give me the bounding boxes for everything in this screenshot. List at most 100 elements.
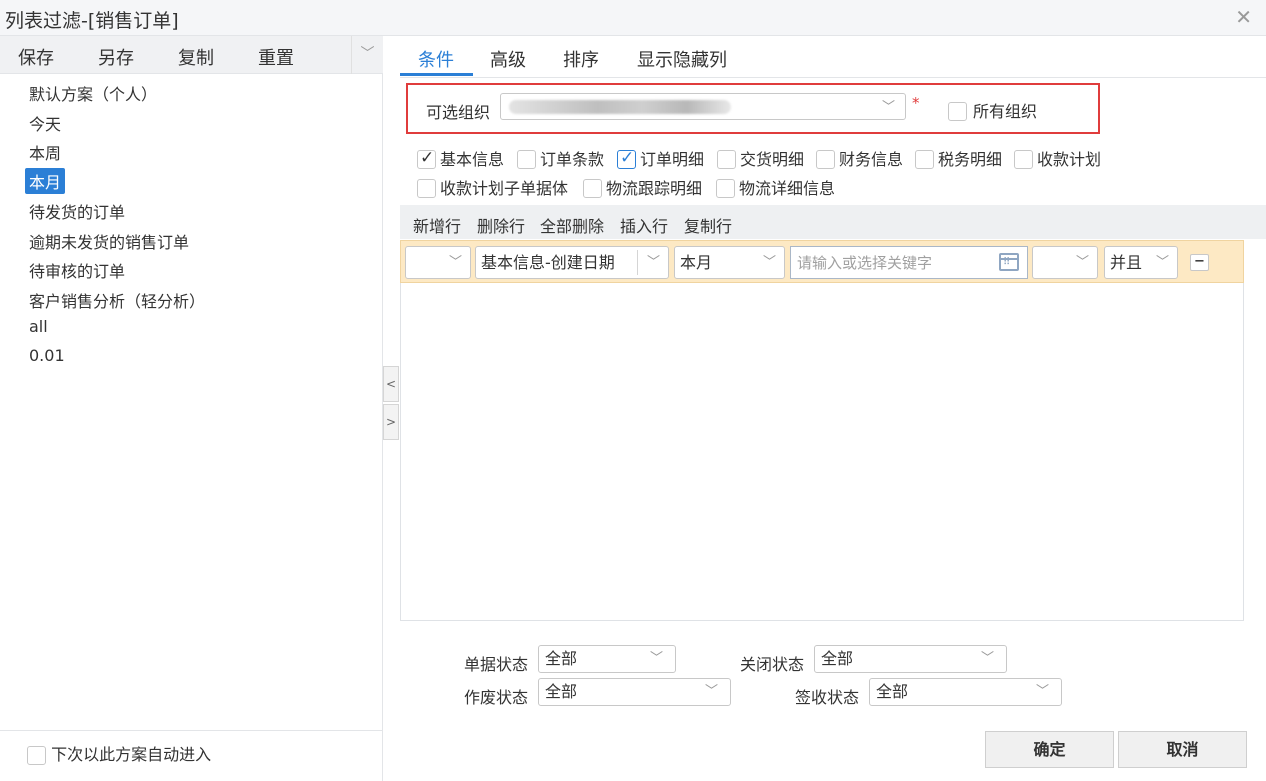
field-value: 基本信息-创建日期 bbox=[481, 253, 615, 272]
auto-enter-checkbox[interactable] bbox=[27, 746, 46, 765]
field-group-label: 物流跟踪明细 bbox=[606, 179, 703, 198]
scheme-item[interactable]: 逾期未发货的销售订单 bbox=[29, 229, 189, 253]
field-group-receipt-plan[interactable]: 收款计划 bbox=[1014, 146, 1101, 170]
tab-sort[interactable]: 排序 bbox=[563, 46, 599, 72]
checkbox[interactable] bbox=[915, 149, 934, 169]
chevron-down-icon: ﹀ bbox=[649, 651, 663, 666]
delete-all-button[interactable]: 全部删除 bbox=[540, 213, 604, 237]
field-group-receipt-plan-sub[interactable]: 收款计划子单据体 bbox=[417, 175, 568, 199]
left-paren-select[interactable]: ﹀ bbox=[405, 246, 471, 279]
org-value-redacted bbox=[509, 100, 731, 114]
expand-right-icon[interactable]: > bbox=[383, 404, 399, 440]
org-select[interactable]: ﹀ bbox=[500, 93, 906, 120]
field-group-logistics-info[interactable]: 物流详细信息 bbox=[716, 175, 835, 199]
void-status-value: 全部 bbox=[545, 682, 578, 701]
checkbox-checked[interactable] bbox=[617, 148, 636, 169]
remove-row-icon[interactable]: − bbox=[1190, 254, 1209, 271]
field-group-label: 收款计划 bbox=[1037, 150, 1102, 169]
operator-value: 本月 bbox=[680, 253, 713, 272]
field-group-tax-detail[interactable]: 税务明细 bbox=[915, 146, 1002, 170]
checkbox[interactable] bbox=[716, 178, 735, 198]
sign-status-value: 全部 bbox=[876, 682, 909, 701]
field-group-finance-info[interactable]: 财务信息 bbox=[816, 146, 903, 170]
ok-button[interactable]: 确定 bbox=[985, 731, 1114, 768]
field-group-basic-info[interactable]: 基本信息 bbox=[417, 146, 504, 170]
chevron-down-icon: ﹀ bbox=[1155, 255, 1169, 270]
field-group-label: 物流详细信息 bbox=[739, 179, 836, 198]
void-status-select[interactable]: 全部 ﹀ bbox=[538, 678, 731, 706]
insert-row-button[interactable]: 插入行 bbox=[620, 213, 668, 237]
checkbox-checked[interactable] bbox=[417, 148, 436, 169]
field-group-label: 收款计划子单据体 bbox=[440, 179, 569, 198]
delete-row-button[interactable]: 删除行 bbox=[477, 213, 525, 237]
tab-show-hide-columns[interactable]: 显示隐藏列 bbox=[637, 46, 727, 72]
void-status-label: 作废状态 bbox=[464, 688, 529, 707]
scheme-item[interactable]: 待发货的订单 bbox=[29, 199, 125, 223]
checkbox[interactable] bbox=[583, 178, 602, 198]
sign-status-select[interactable]: 全部 ﹀ bbox=[869, 678, 1062, 706]
scheme-item[interactable]: 今天 bbox=[29, 111, 61, 135]
field-group-label: 订单明细 bbox=[640, 150, 705, 169]
checkbox[interactable] bbox=[1014, 149, 1033, 169]
auto-enter-option[interactable]: 下次以此方案自动进入 bbox=[27, 741, 211, 765]
logic-value: 并且 bbox=[1110, 253, 1143, 272]
operator-select[interactable]: 本月 ﹀ bbox=[674, 246, 785, 279]
scheme-item[interactable]: 0.01 bbox=[29, 346, 65, 365]
scheme-item[interactable]: 本周 bbox=[29, 140, 61, 164]
checkbox[interactable] bbox=[517, 149, 536, 169]
field-select[interactable]: 基本信息-创建日期 ﹀ bbox=[475, 246, 669, 279]
scheme-item[interactable]: 客户销售分析（轻分析） bbox=[29, 288, 205, 312]
field-group-label: 财务信息 bbox=[839, 150, 904, 169]
chevron-down-icon: ﹀ bbox=[881, 100, 895, 115]
close-status-select[interactable]: 全部 ﹀ bbox=[814, 645, 1007, 673]
required-mark: * bbox=[912, 94, 920, 112]
scheme-toolbar: 保存 另存 复制 重置 ﹀ bbox=[0, 36, 383, 74]
calendar-icon[interactable] bbox=[999, 253, 1019, 271]
filter-tabs: 条件 高级 排序 显示隐藏列 bbox=[400, 36, 1266, 78]
scheme-item[interactable]: 待审核的订单 bbox=[29, 258, 125, 282]
sign-status-label: 签收状态 bbox=[795, 688, 860, 707]
divider bbox=[637, 250, 638, 275]
add-row-button[interactable]: 新增行 bbox=[413, 213, 461, 237]
scheme-footer: 下次以此方案自动进入 bbox=[0, 730, 383, 781]
keyword-input[interactable] bbox=[791, 247, 991, 278]
field-group-label: 交货明细 bbox=[740, 150, 805, 169]
chevron-down-icon: ﹀ bbox=[980, 651, 994, 666]
right-paren-select[interactable]: ﹀ bbox=[1032, 246, 1098, 279]
title-bar: 列表过滤-[销售订单] ✕ bbox=[0, 0, 1266, 36]
tab-conditions[interactable]: 条件 bbox=[418, 46, 454, 72]
collapse-left-icon[interactable]: < bbox=[383, 366, 399, 402]
chevron-down-icon: ﹀ bbox=[1075, 255, 1089, 270]
close-icon[interactable]: ✕ bbox=[1235, 5, 1252, 29]
field-group-logistics-tracking[interactable]: 物流跟踪明细 bbox=[583, 175, 702, 199]
reset-button[interactable]: 重置 bbox=[258, 44, 294, 70]
field-group-label: 基本信息 bbox=[440, 150, 505, 169]
copy-row-button[interactable]: 复制行 bbox=[684, 213, 732, 237]
org-label: 可选组织 bbox=[426, 103, 491, 122]
tab-advanced[interactable]: 高级 bbox=[490, 46, 526, 72]
condition-grid-toolbar: 新增行 删除行 全部删除 插入行 复制行 bbox=[400, 205, 1266, 239]
scheme-item[interactable]: 默认方案（个人） bbox=[29, 81, 157, 105]
scheme-item[interactable]: all bbox=[29, 317, 48, 336]
save-as-button[interactable]: 另存 bbox=[98, 44, 134, 70]
checkbox[interactable] bbox=[816, 149, 835, 169]
keyword-field[interactable] bbox=[790, 246, 1028, 279]
doc-status-select[interactable]: 全部 ﹀ bbox=[538, 645, 676, 673]
doc-status-value: 全部 bbox=[545, 649, 578, 668]
chevron-down-icon: ﹀ bbox=[1035, 684, 1049, 699]
field-group-order-terms[interactable]: 订单条款 bbox=[517, 146, 604, 170]
scheme-item-selected[interactable]: 本月 bbox=[25, 168, 66, 194]
chevron-down-icon: ﹀ bbox=[704, 684, 718, 699]
save-button[interactable]: 保存 bbox=[18, 44, 54, 70]
all-org-checkbox[interactable] bbox=[948, 101, 967, 121]
checkbox[interactable] bbox=[717, 149, 736, 169]
copy-button[interactable]: 复制 bbox=[178, 44, 214, 70]
logic-select[interactable]: 并且 ﹀ bbox=[1104, 246, 1178, 279]
checkbox[interactable] bbox=[417, 178, 436, 198]
all-org-label: 所有组织 bbox=[973, 102, 1038, 121]
field-group-order-detail[interactable]: 订单明细 bbox=[617, 146, 704, 170]
field-group-delivery-detail[interactable]: 交货明细 bbox=[717, 146, 804, 170]
cancel-button[interactable]: 取消 bbox=[1118, 731, 1247, 768]
more-dropdown-chevron-icon[interactable]: ﹀ bbox=[351, 36, 383, 74]
all-org-option[interactable]: 所有组织 bbox=[948, 98, 1037, 122]
